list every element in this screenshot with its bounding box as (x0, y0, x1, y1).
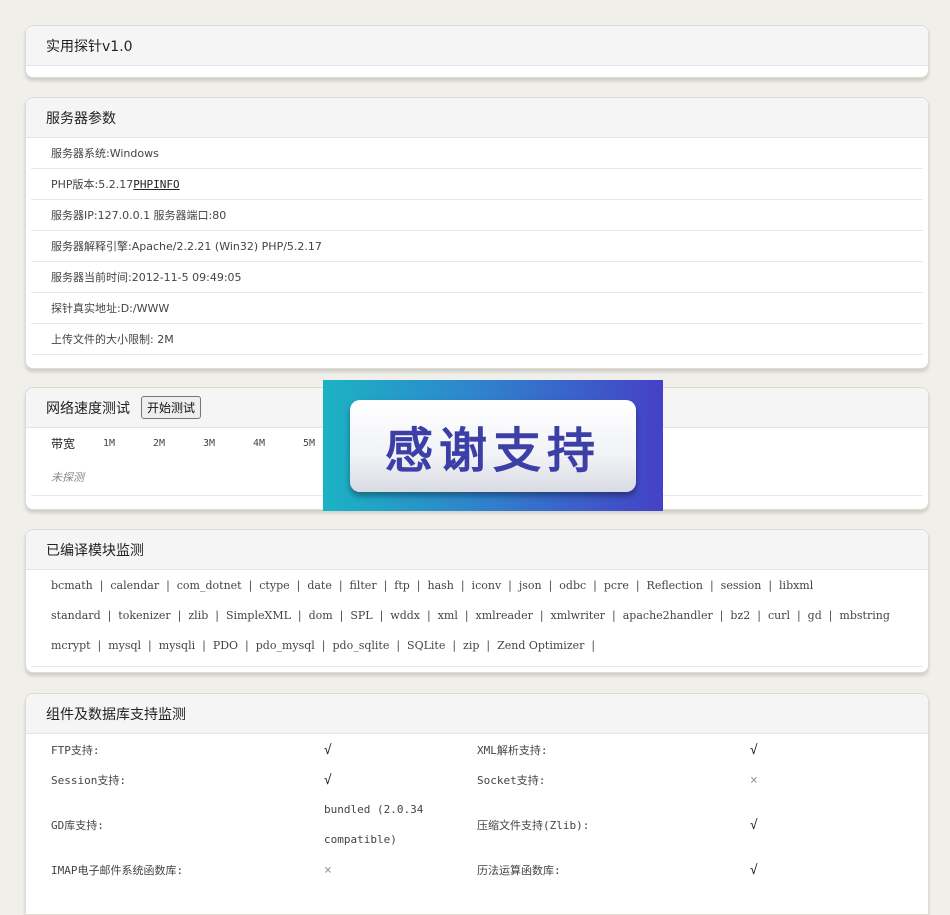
cross-icon: × (324, 862, 332, 878)
start-test-button[interactable]: 开始测试 (141, 396, 202, 419)
php-version-row: PHP版本:5.2.17 PHPINFO (31, 169, 923, 200)
server-ip-row: 服务器IP:127.0.0.1 服务器端口:80 (31, 200, 923, 231)
bandwidth-tick: 4M (253, 438, 266, 449)
components-panel: 组件及数据库支持监测 FTP支持: √ XML解析支持: √ Session支持… (25, 693, 929, 915)
modules-list: bcmath | calendar | com_dotnet | ctype |… (31, 570, 923, 667)
server-time-row: 服务器当前时间:2012-11-5 09:49:05 (31, 262, 923, 293)
speed-test-title: 网络速度测试 (46, 400, 130, 417)
components-title: 组件及数据库支持监测 (26, 694, 928, 734)
gd-version: bundled (2.0.34 compatible) (324, 803, 424, 846)
component-row: GD库支持: bundled (2.0.34 compatible) 压缩文件支… (31, 795, 923, 855)
modules-line: mcrypt | mysql | mysqli | PDO | pdo_mysq… (51, 638, 596, 652)
server-os-row: 服务器系统:Windows (31, 138, 923, 169)
phpinfo-link[interactable]: PHPINFO (133, 178, 179, 191)
check-icon: √ (324, 742, 332, 758)
probe-path-row: 探针真实地址:D:/WWW (31, 293, 923, 324)
thanks-banner: 感谢支持 (323, 380, 663, 511)
bandwidth-label: 带宽 (51, 437, 76, 451)
cross-icon: × (750, 772, 758, 788)
check-icon: √ (324, 772, 332, 788)
app-title: 实用探针v1.0 (26, 26, 928, 66)
server-params-panel: 服务器参数 服务器系统:Windows PHP版本:5.2.17 PHPINFO … (25, 97, 929, 369)
upload-limit-row: 上传文件的大小限制: 2M (31, 324, 923, 355)
bandwidth-tick: 2M (153, 438, 166, 449)
bandwidth-tick: 1M (103, 438, 116, 449)
component-row: Session支持: √ Socket支持: × (31, 765, 923, 795)
server-params-title: 服务器参数 (26, 98, 928, 138)
modules-line: standard | tokenizer | zlib | SimpleXML … (51, 608, 890, 622)
modules-title: 已编译模块监测 (26, 530, 928, 570)
server-engine-row: 服务器解释引擎:Apache/2.2.21 (Win32) PHP/5.2.17 (31, 231, 923, 262)
check-icon: √ (750, 817, 758, 833)
component-row: IMAP电子邮件系统函数库: × 历法运算函数库: √ (31, 855, 923, 885)
check-icon: √ (750, 862, 758, 878)
check-icon: √ (750, 742, 758, 758)
thanks-text: 感谢支持 (350, 399, 636, 492)
header-panel: 实用探针v1.0 (25, 25, 929, 78)
component-row: FTP支持: √ XML解析支持: √ (31, 735, 923, 765)
modules-panel: 已编译模块监测 bcmath | calendar | com_dotnet |… (25, 529, 929, 673)
modules-line: bcmath | calendar | com_dotnet | ctype |… (51, 578, 814, 592)
bandwidth-tick: 3M (203, 438, 216, 449)
